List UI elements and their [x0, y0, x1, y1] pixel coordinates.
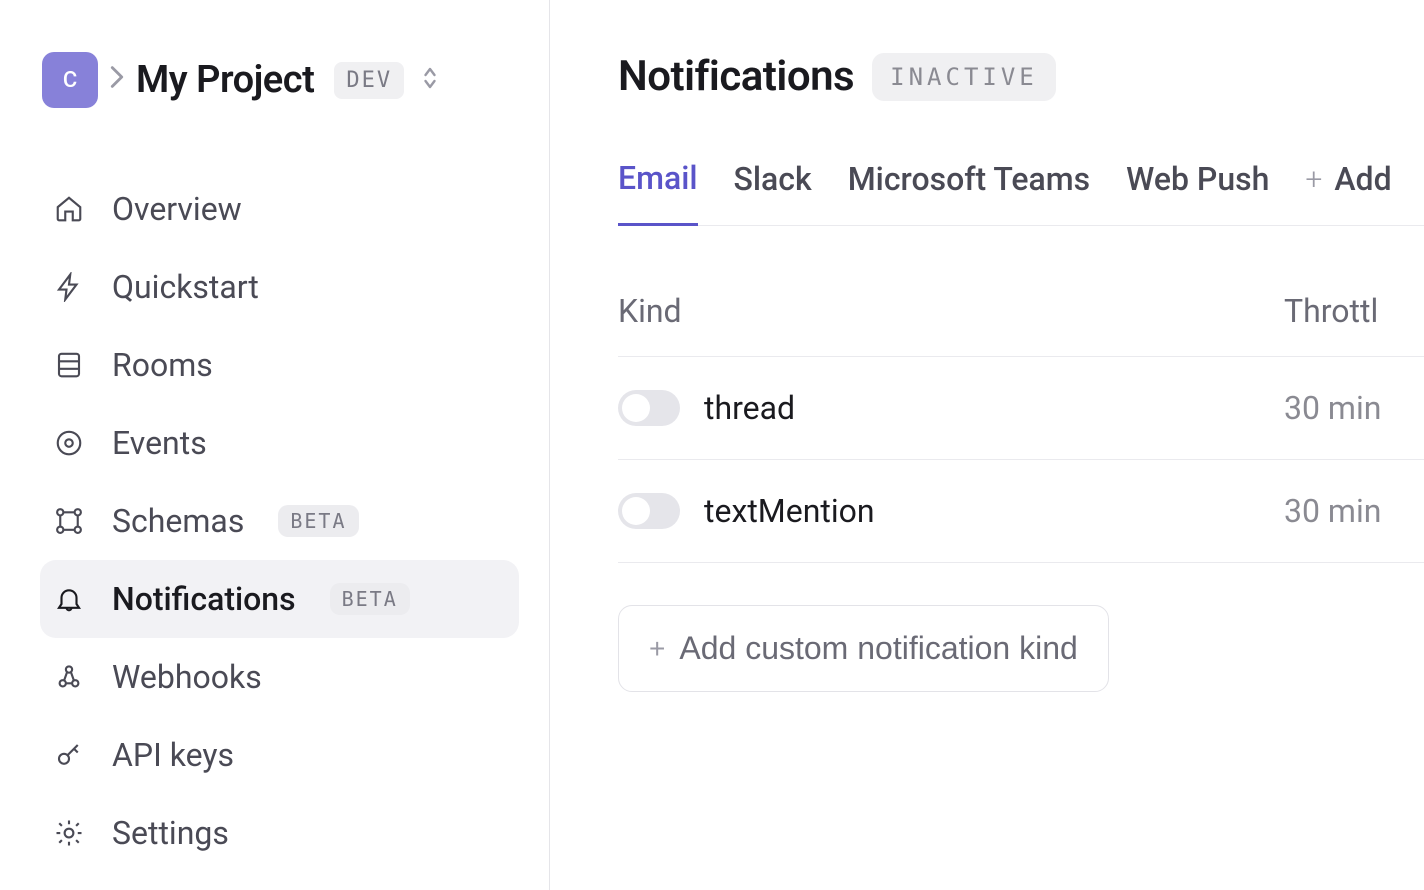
col-header-kind: Kind [618, 292, 1284, 330]
sidebar-item-webhooks[interactable]: Webhooks [40, 638, 519, 716]
throttle-value: 30 min [1284, 389, 1424, 427]
button-label: Add custom notification kind [679, 630, 1077, 667]
tab-microsoft-teams[interactable]: Microsoft Teams [848, 159, 1090, 225]
project-avatar[interactable]: C [42, 52, 98, 108]
toggle-thread[interactable] [618, 390, 680, 426]
plus-icon: + [1305, 162, 1322, 197]
page-header: Notifications INACTIVE [618, 52, 1424, 101]
nav-label: Notifications [112, 580, 296, 618]
events-icon [54, 428, 84, 458]
col-header-throttle: Throttl [1284, 292, 1424, 330]
sidebar-item-rooms[interactable]: Rooms [40, 326, 519, 404]
project-name[interactable]: My Project [136, 58, 314, 102]
plus-icon: + [649, 633, 665, 665]
nav-label: Webhooks [112, 658, 262, 696]
selector-icon[interactable] [422, 66, 438, 94]
nav-label: Events [112, 424, 207, 462]
add-custom-kind-button[interactable]: + Add custom notification kind [618, 605, 1109, 692]
gear-icon [54, 818, 84, 848]
nav-label: Schemas [112, 502, 244, 540]
sidebar-item-events[interactable]: Events [40, 404, 519, 482]
sidebar-item-quickstart[interactable]: Quickstart [40, 248, 519, 326]
rooms-icon [54, 350, 84, 380]
page-title: Notifications [618, 52, 854, 101]
chevron-right-icon [110, 66, 124, 94]
env-badge: DEV [334, 62, 404, 99]
sidebar: C My Project DEV Overview Quickstart Roo… [0, 0, 550, 890]
toggle-textmention[interactable] [618, 493, 680, 529]
tab-label: Add [1334, 160, 1391, 198]
channel-tabs: Email Slack Microsoft Teams Web Push + A… [618, 159, 1424, 226]
beta-badge: BETA [278, 505, 358, 537]
schemas-icon [54, 506, 84, 536]
tab-slack[interactable]: Slack [734, 159, 812, 225]
sidebar-item-overview[interactable]: Overview [40, 170, 519, 248]
nav-label: Quickstart [112, 268, 259, 306]
bell-icon [54, 584, 84, 614]
project-header: C My Project DEV [40, 52, 519, 108]
main-content: Notifications INACTIVE Email Slack Micro… [550, 0, 1424, 890]
webhooks-icon [54, 662, 84, 692]
kind-name: thread [704, 389, 1284, 427]
lightning-icon [54, 272, 84, 302]
home-icon [54, 194, 84, 224]
sidebar-item-settings[interactable]: Settings [40, 794, 519, 872]
sidebar-item-api-keys[interactable]: API keys [40, 716, 519, 794]
key-icon [54, 740, 84, 770]
nav-label: Overview [112, 190, 242, 228]
table-header: Kind Throttl [618, 266, 1424, 357]
nav-label: API keys [112, 736, 234, 774]
tab-email[interactable]: Email [618, 159, 698, 226]
nav-label: Rooms [112, 346, 213, 384]
nav-label: Settings [112, 814, 229, 852]
table-row: thread 30 min [618, 357, 1424, 460]
beta-badge: BETA [330, 583, 410, 615]
kind-name: textMention [704, 492, 1284, 530]
table-row: textMention 30 min [618, 460, 1424, 563]
tab-add-channel[interactable]: + Add [1305, 159, 1391, 225]
tab-web-push[interactable]: Web Push [1126, 159, 1269, 225]
sidebar-item-schemas[interactable]: Schemas BETA [40, 482, 519, 560]
nav-list: Overview Quickstart Rooms Events Schemas… [40, 170, 519, 872]
throttle-value: 30 min [1284, 492, 1424, 530]
status-badge: INACTIVE [872, 53, 1056, 101]
sidebar-item-notifications[interactable]: Notifications BETA [40, 560, 519, 638]
